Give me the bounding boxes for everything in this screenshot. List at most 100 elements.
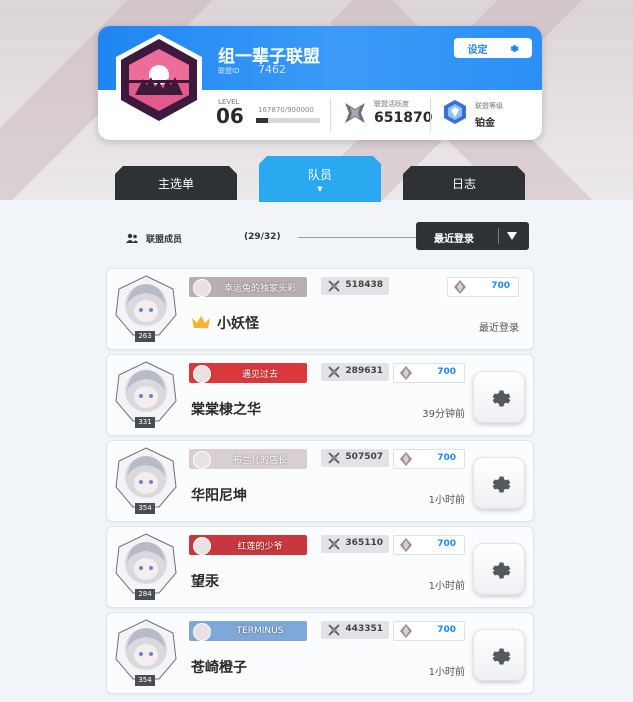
- member-level-badge: 263: [135, 331, 155, 342]
- exp-progress-bar: [256, 118, 320, 123]
- divider-line: [298, 237, 416, 238]
- member-level-badge: 354: [135, 675, 155, 686]
- member-last-login: 1小时前: [428, 495, 465, 506]
- exp-progress-fill: [256, 118, 269, 123]
- member-title-plate: 布兰儿的店长: [189, 449, 307, 469]
- rank-value: 铂金: [475, 118, 495, 129]
- member-card[interactable]: 331 遇见过去 289631 700 棠棠棣之华 39分钟前: [106, 354, 534, 436]
- title-portrait-icon: [193, 623, 211, 641]
- rank-label: 联盟等级: [475, 102, 503, 110]
- member-power: 365110: [321, 535, 389, 553]
- crossed-swords-icon: [328, 366, 340, 378]
- gear-icon: [510, 44, 519, 52]
- member-power: 507507: [321, 449, 389, 467]
- member-title-plate: 遇见过去: [189, 363, 307, 383]
- avatar[interactable]: [115, 275, 177, 337]
- avatar[interactable]: [115, 619, 177, 681]
- member-power-value: 443351: [345, 624, 383, 634]
- crown-icon: [192, 316, 210, 328]
- activity-value: 651870: [374, 110, 433, 126]
- title-portrait-icon: [193, 365, 211, 383]
- crossed-swords-icon: [345, 103, 365, 123]
- member-power-value: 507507: [345, 452, 383, 462]
- member-settings-button[interactable]: [473, 629, 525, 681]
- member-level-badge: 354: [135, 503, 155, 514]
- dropdown-triangle-icon: [507, 232, 517, 240]
- crystal-gem-icon: [400, 452, 412, 466]
- member-crystals-value: 700: [437, 367, 456, 377]
- member-crystals-value: 700: [437, 453, 456, 463]
- member-power-value: 518438: [345, 280, 383, 290]
- gear-icon: [492, 648, 511, 665]
- members-icon: [126, 233, 138, 243]
- level-value: 06: [216, 104, 244, 128]
- member-last-login: 最近登录: [479, 323, 519, 334]
- divider: [430, 98, 431, 132]
- member-title: TERMINUS: [236, 626, 284, 636]
- crossed-swords-icon: [328, 538, 340, 550]
- sort-dropdown-divider: [498, 228, 499, 244]
- member-crystals: 700: [393, 621, 465, 641]
- avatar[interactable]: [115, 447, 177, 509]
- member-card[interactable]: 354 TERMINUS 443351 700 苍崎橙子 1小时前: [106, 612, 534, 694]
- member-title-plate: TERMINUS: [189, 621, 307, 641]
- crossed-swords-icon: [328, 624, 340, 636]
- member-crystals-value: 700: [437, 625, 456, 635]
- member-title-plate: 红莲的少爷: [189, 535, 307, 555]
- member-power: 518438: [321, 277, 389, 295]
- hex-badge-icon: [444, 100, 466, 124]
- member-level-badge: 284: [135, 589, 155, 600]
- member-title: 遇见过去: [241, 369, 278, 380]
- tab-members[interactable]: 队员 ▼: [259, 156, 381, 202]
- member-power-value: 365110: [345, 538, 383, 548]
- avatar[interactable]: [115, 361, 177, 423]
- member-settings-button[interactable]: [473, 457, 525, 509]
- member-power-value: 289631: [345, 366, 383, 376]
- member-last-login: 1小时前: [428, 667, 465, 678]
- tab-log-label: 日志: [451, 176, 476, 191]
- alliance-id-label: 联盟ID: [218, 67, 240, 75]
- member-power: 443351: [321, 621, 389, 639]
- member-card[interactable]: 354 布兰儿的店长 507507 700 华阳尼坤 1小时前: [106, 440, 534, 522]
- member-title: 红莲的少爷: [237, 541, 283, 552]
- member-crystals: 700: [393, 449, 465, 469]
- member-last-login: 1小时前: [428, 581, 465, 592]
- member-card[interactable]: 284 红莲的少爷 365110 700 望汞 1小时前: [106, 526, 534, 608]
- member-crystals-value: 700: [437, 539, 456, 549]
- settings-label: 设定: [467, 44, 488, 56]
- sort-dropdown-label: 最近登录: [434, 234, 474, 245]
- crossed-swords-icon: [328, 452, 340, 464]
- member-settings-button[interactable]: [473, 543, 525, 595]
- tab-main-menu[interactable]: 主选单: [115, 166, 237, 200]
- member-settings-button[interactable]: [473, 371, 525, 423]
- member-name: 棠棠棣之华: [191, 402, 261, 418]
- alliance-id: 7462: [258, 63, 286, 76]
- tab-log[interactable]: 日志: [403, 166, 525, 200]
- member-level-badge: 331: [135, 417, 155, 428]
- member-last-login: 39分钟前: [422, 409, 465, 420]
- crystal-gem-icon: [400, 538, 412, 552]
- sort-dropdown[interactable]: 最近登录: [416, 222, 529, 250]
- member-crystals: 700: [393, 363, 465, 383]
- member-title: 幸运兔的独家头彩: [223, 283, 296, 294]
- gear-icon: [492, 476, 511, 493]
- exp-text: 167870/900000: [258, 106, 314, 114]
- crystal-gem-icon: [454, 280, 466, 294]
- alliance-emblem-icon: [116, 34, 202, 126]
- member-name: 小妖怪: [217, 316, 259, 332]
- member-name: 华阳尼坤: [191, 488, 247, 504]
- crossed-swords-icon: [328, 280, 340, 292]
- avatar[interactable]: [115, 533, 177, 595]
- settings-button[interactable]: 设定: [454, 38, 532, 58]
- member-title-plate: 幸运兔的独家头彩: [189, 277, 307, 297]
- members-count: (29/32): [244, 232, 281, 242]
- member-crystals-value: 700: [491, 281, 510, 291]
- member-power: 289631: [321, 363, 389, 381]
- title-portrait-icon: [193, 537, 211, 555]
- tab-members-label: 队员: [307, 167, 332, 182]
- member-name: 苍崎橙子: [191, 660, 247, 676]
- member-crystals: 700: [447, 277, 519, 297]
- gear-icon: [492, 390, 511, 407]
- member-title: 布兰儿的店长: [232, 455, 287, 466]
- member-card[interactable]: 263 幸运兔的独家头彩 518438 700 小妖怪 最近登录: [106, 268, 534, 350]
